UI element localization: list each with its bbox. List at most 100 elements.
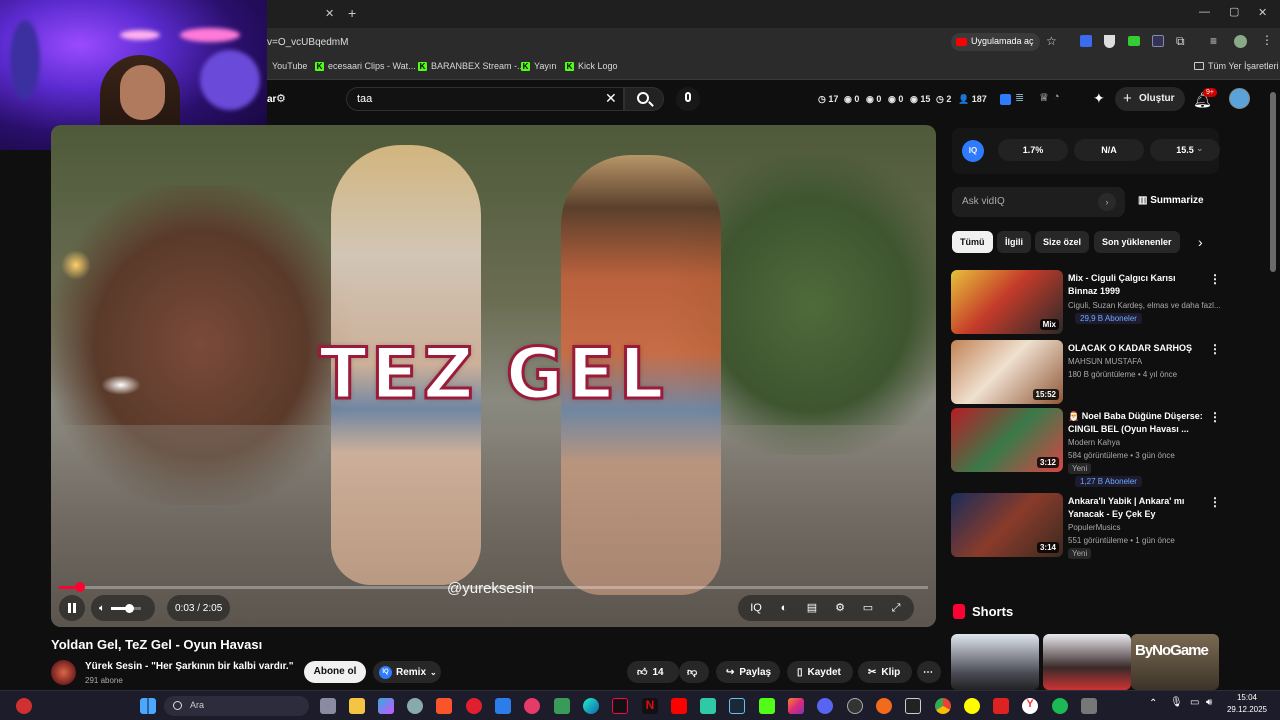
chat-icon[interactable]: ◔ [1053, 91, 1060, 103]
vidiq-logo-icon[interactable]: IQ [962, 140, 984, 162]
search-button[interactable] [624, 87, 664, 111]
recommendation-item[interactable]: 3:14 Ankara'lı Yabik | Ankara' mı Yanaca… [951, 493, 1221, 559]
progress-scrubber[interactable] [74, 582, 85, 592]
monitor-tray-icon[interactable]: ▭ [1190, 697, 1199, 708]
puzzle-icon[interactable]: ⧉ [1176, 34, 1185, 49]
media-player-icon[interactable] [524, 698, 540, 714]
more-options-icon[interactable]: ⋮ [1209, 410, 1221, 424]
video-player[interactable]: TEZ GEL @yureksesin 🔈︎ 0:03 / 2:05 IQ ◐ … [51, 125, 936, 627]
short-thumbnail[interactable] [951, 634, 1039, 690]
menu-dots-icon[interactable]: ⋮ [1261, 33, 1273, 47]
netflix-icon[interactable]: N [642, 698, 658, 714]
app-icon-teal[interactable] [700, 698, 716, 714]
search-input[interactable]: taa [346, 87, 624, 111]
recommendation-title[interactable]: Ankara'lı Yabik | Ankara' mı Yanacak - E… [1068, 495, 1204, 521]
list-icon[interactable]: ≣ [1015, 91, 1024, 104]
epic-games-icon[interactable] [905, 698, 921, 714]
autoplay-toggle[interactable]: ◐ [776, 600, 792, 616]
subscribe-button[interactable]: Abone ol [304, 661, 366, 683]
bookmark-yayin[interactable]: K Yayın [521, 61, 556, 71]
voice-search-button[interactable] [676, 87, 700, 111]
new-tab-icon[interactable]: + [348, 5, 356, 21]
subtitles-icon[interactable]: ▤ [804, 600, 820, 616]
opera-icon[interactable] [466, 698, 482, 714]
video-thumbnail[interactable]: Mix [951, 270, 1063, 334]
bookmark-star-icon[interactable]: ☆ [1046, 34, 1057, 48]
miniplayer-icon[interactable]: ▭ [860, 600, 876, 616]
app-icon-orange[interactable] [876, 698, 892, 714]
trophy-icon[interactable]: ♕ [1039, 91, 1049, 104]
video-thumbnail[interactable]: 3:12 [951, 408, 1063, 472]
copilot-icon[interactable] [378, 698, 394, 714]
shield-icon[interactable] [1104, 35, 1115, 48]
tab-close-icon[interactable]: ✕ [325, 7, 334, 20]
recommendation-item[interactable]: 3:12 🎅 Noel Baba Düğüne Düşerse: CINGIL … [951, 408, 1221, 487]
short-thumbnail[interactable]: ByNoGame [1131, 634, 1219, 690]
store-icon[interactable] [495, 698, 511, 714]
remix-button[interactable]: IQ Remix ⌄ [373, 661, 441, 683]
more-options-icon[interactable]: ⋮ [1209, 342, 1221, 356]
create-button[interactable]: + Oluştur [1115, 87, 1185, 111]
all-bookmarks[interactable]: Tüm Yer İşaretleri [1194, 61, 1279, 71]
steam-icon[interactable] [729, 698, 745, 714]
recommendation-item[interactable]: Mix Mix - Ciguli Çalgıcı Karısı Binnaz 1… [951, 270, 1221, 336]
taskbar-search[interactable]: Ara [164, 696, 309, 716]
volume-slider[interactable] [111, 603, 141, 613]
snapchat-icon[interactable] [964, 698, 980, 714]
chevron-right-icon[interactable]: › [1198, 234, 1203, 250]
mic-tray-icon[interactable]: 🎙︎ [1170, 697, 1183, 708]
bookmark-ecesaari[interactable]: Kecesaari Clips - Wat... [315, 61, 416, 71]
url-text[interactable]: v=O_vcUBqedmM [267, 37, 348, 48]
filter-settings-icon[interactable]: ⚙ [276, 92, 286, 105]
like-button[interactable]: 👍︎ 14 [627, 661, 679, 683]
video-thumbnail[interactable]: 3:14 [951, 493, 1063, 557]
more-actions-button[interactable]: ⋯ [917, 661, 941, 683]
volume-control[interactable]: 🔈︎ [91, 595, 155, 621]
user-avatar[interactable] [1229, 88, 1250, 109]
shield-app-icon[interactable] [993, 698, 1009, 714]
settings-gear-icon[interactable]: ⚙ [832, 600, 848, 616]
clear-search-icon[interactable]: ✕ [605, 90, 617, 107]
extension-bolt-icon[interactable]: ✦ [1093, 90, 1105, 107]
chrome-icon[interactable] [935, 698, 951, 714]
recommendation-title[interactable]: 🎅 Noel Baba Düğüne Düşerse: CINGIL BEL (… [1068, 410, 1204, 436]
progress-bar[interactable] [59, 582, 928, 592]
brave-icon[interactable] [436, 698, 452, 714]
recommendation-item[interactable]: 15:52 OLACAK O KADAR SARHOŞ MAHSUN MUSTA… [951, 340, 1221, 406]
settings-app-icon[interactable] [407, 698, 423, 714]
tiktok-icon[interactable] [612, 698, 628, 714]
tray-chevron-icon[interactable]: ⌃ [1149, 698, 1157, 709]
taskbar-clock[interactable]: 15:04 29.12.2025 [1222, 692, 1272, 716]
open-in-app-button[interactable]: Uygulamada aç [951, 33, 1040, 51]
vidiq-icon[interactable] [1000, 94, 1011, 105]
recommendation-title[interactable]: Mix - Ciguli Çalgıcı Karısı Binnaz 1999 [1068, 272, 1204, 298]
windows-start-icon[interactable] [140, 698, 156, 714]
speaker-tray-icon[interactable]: 🔊︎ [1206, 697, 1212, 708]
clip-button[interactable]: ✂ Klip [858, 661, 912, 683]
edge-icon[interactable] [583, 698, 599, 714]
send-arrow-icon[interactable]: › [1098, 193, 1116, 211]
recommendation-title[interactable]: OLACAK O KADAR SARHOŞ [1068, 342, 1204, 355]
profile-icon[interactable] [1234, 35, 1247, 48]
spotify-icon[interactable] [1052, 698, 1068, 714]
chip-all[interactable]: Tümü [952, 231, 993, 253]
file-explorer-icon[interactable] [349, 698, 365, 714]
channel-avatar[interactable] [51, 660, 76, 685]
instagram-icon[interactable] [788, 698, 804, 714]
bookmark-youtube[interactable]: YouTube [272, 61, 307, 71]
page-scrollbar[interactable] [1270, 92, 1276, 272]
share-button[interactable]: ↪ Paylaş [716, 661, 780, 683]
chip-related[interactable]: İlgili [997, 231, 1031, 253]
pause-button[interactable] [59, 595, 85, 621]
fullscreen-icon[interactable]: ⤢ [888, 600, 904, 616]
bookmark-kick-logo[interactable]: K Kick Logo [565, 61, 618, 71]
close-window-icon[interactable]: ✕ [1258, 6, 1267, 19]
maximize-icon[interactable]: ▢ [1229, 5, 1239, 18]
notification-app-icon[interactable] [16, 698, 32, 714]
save-button[interactable]: ▯ Kaydet [787, 661, 853, 683]
extension-icon-2[interactable] [1128, 36, 1140, 46]
short-thumbnail[interactable] [1043, 634, 1131, 690]
bookmark-baranbex[interactable]: K BARANBEX Stream -... [418, 61, 525, 71]
chip-for-you[interactable]: Size özel [1035, 231, 1090, 253]
vidiq-player-icon[interactable]: IQ [748, 600, 764, 616]
